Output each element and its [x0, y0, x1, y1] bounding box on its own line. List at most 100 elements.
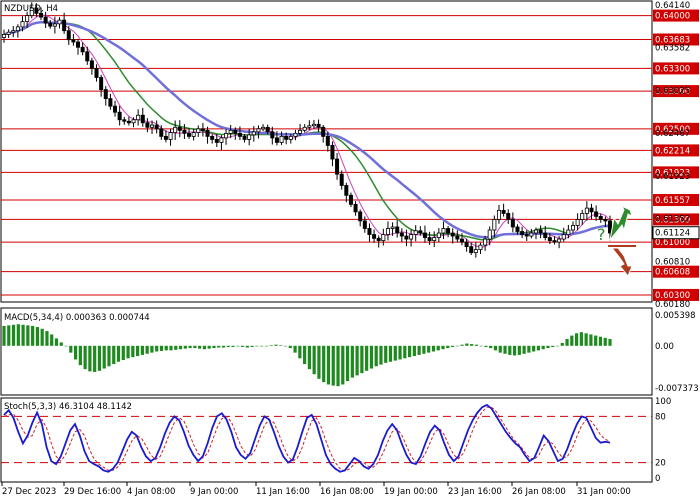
macd-bar — [603, 337, 607, 346]
candle-body — [432, 237, 437, 241]
macd-bar — [522, 345, 526, 354]
macd-bar — [269, 345, 273, 346]
candle-body — [247, 134, 252, 140]
price-tick-label: 0.60810 — [655, 257, 690, 267]
candle-body — [598, 216, 603, 220]
main-panel-frame — [0, 0, 653, 303]
candle-body — [122, 119, 127, 122]
macd-bar — [121, 345, 125, 361]
candle-body — [469, 246, 474, 254]
candle-body — [455, 235, 460, 240]
macd-bar — [102, 345, 106, 369]
macd-bar — [107, 345, 111, 367]
candle-body — [11, 30, 16, 33]
x-tick-label: 11 Jan 16:00 — [256, 487, 310, 497]
macd-bar — [417, 345, 421, 355]
macd-bar — [298, 345, 302, 359]
macd-bar — [455, 345, 459, 347]
macd-bar — [293, 345, 297, 353]
candle-body — [492, 219, 497, 231]
candle-body — [288, 135, 293, 140]
candle-body — [89, 60, 94, 69]
macd-bar — [565, 338, 569, 346]
macd-bar — [83, 345, 87, 370]
candle-body — [145, 122, 150, 128]
x-tick-label: 9 Jan 00:00 — [190, 487, 238, 497]
candle-body — [552, 240, 557, 243]
macd-bar — [288, 345, 292, 349]
candle-body — [436, 232, 441, 238]
macd-bar — [116, 345, 121, 362]
candle-body — [325, 135, 330, 146]
candle-body — [376, 237, 381, 241]
macd-bar — [388, 345, 393, 362]
candle-body — [265, 126, 270, 133]
candle-body — [200, 128, 205, 131]
macd-bar — [2, 325, 6, 346]
macd-bar — [217, 345, 221, 348]
candle-body — [316, 123, 321, 128]
level-label: 0.61557 — [655, 196, 690, 206]
candle-body — [385, 228, 390, 235]
macd-bar — [570, 335, 574, 346]
price-tick-label: 0.61352 — [655, 215, 690, 225]
macd-bar — [250, 345, 254, 347]
macd-bar — [93, 345, 97, 372]
macd-bar — [555, 345, 560, 347]
candle-body — [390, 226, 395, 229]
candle-body — [459, 238, 464, 243]
candle-body — [43, 16, 48, 24]
macd-bar — [140, 345, 144, 355]
candle-body — [589, 207, 594, 213]
x-tick-label: 4 Jan 08:00 — [127, 487, 175, 497]
candle-body — [594, 211, 599, 217]
candle-body — [154, 124, 159, 130]
candle-body — [603, 219, 608, 222]
macd-bar — [245, 345, 249, 348]
macd-tick-label: -0.007373 — [655, 384, 699, 394]
chart-root: ? NZDUSD, H4 0.640000.636830.633000.6300… — [0, 0, 700, 497]
candle-body — [496, 209, 501, 220]
candle-body — [302, 126, 307, 131]
candle-body — [413, 230, 418, 235]
candle-body — [76, 41, 81, 48]
candle-body — [131, 119, 136, 124]
candle-body — [510, 219, 515, 228]
price-tick-label: 0.63025 — [655, 86, 690, 96]
macd-bar — [331, 345, 335, 386]
macd-bar — [541, 345, 545, 350]
macd-bar — [326, 345, 331, 385]
candle-body — [15, 26, 20, 32]
macd-bar — [479, 345, 483, 347]
macd-bar — [579, 332, 583, 346]
macd-bar — [512, 345, 517, 356]
macd-bar — [178, 345, 183, 350]
macd-bar — [150, 345, 154, 353]
macd-bar — [240, 345, 245, 347]
candle-body — [538, 229, 543, 234]
macd-bar — [50, 334, 54, 346]
candle-body — [168, 132, 173, 140]
candle-body — [580, 212, 585, 220]
x-tick-label: 23 Jan 16:00 — [448, 487, 502, 497]
candle-body — [214, 138, 219, 143]
candle-body — [506, 212, 511, 220]
candle-body — [344, 185, 349, 196]
macd-bar — [274, 344, 278, 346]
candle-body — [520, 231, 525, 235]
macd-bar — [336, 345, 340, 387]
macd-bar — [527, 345, 531, 353]
x-tick-label: 31 Jan 00:00 — [577, 487, 631, 497]
level-label: 0.64000 — [655, 12, 690, 22]
macd-bar — [355, 345, 359, 376]
macd-bar — [608, 338, 612, 346]
macd-bar — [470, 344, 474, 346]
macd-bar — [412, 345, 416, 357]
macd-bar — [193, 345, 197, 349]
candle-body — [293, 132, 298, 137]
candle-body — [94, 68, 99, 78]
macd-bar — [226, 345, 230, 347]
macd-bar — [584, 333, 588, 346]
macd-bar — [164, 345, 168, 351]
macd-bar — [16, 324, 20, 346]
